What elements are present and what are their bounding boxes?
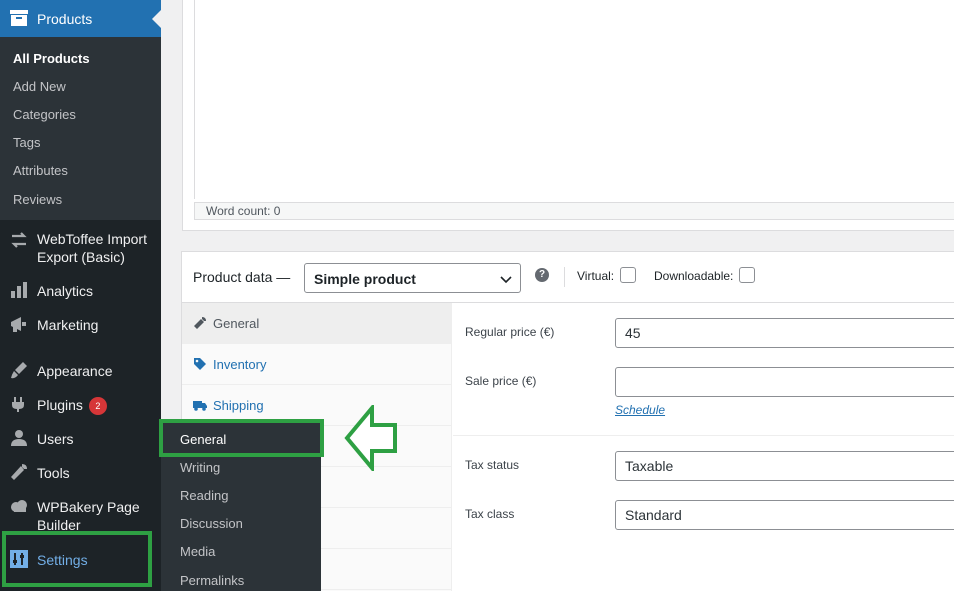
plugins-update-badge: 2 [88, 397, 107, 415]
paintbrush-icon [11, 362, 27, 379]
regular-price-input[interactable]: 45 [615, 318, 954, 348]
menu-analytics-label: Analytics [37, 283, 94, 299]
tab-general[interactable]: General [182, 303, 452, 344]
virtual-label: Virtual: [577, 269, 615, 283]
virtual-checkbox[interactable] [620, 267, 636, 283]
sale-price-input[interactable] [615, 367, 954, 397]
archive-box-icon [10, 10, 28, 26]
submenu-all-products[interactable]: All Products [13, 51, 90, 66]
tab-shipping-label: Shipping [213, 398, 264, 413]
menu-users[interactable]: Users [0, 428, 161, 450]
submenu-tags[interactable]: Tags [13, 135, 40, 150]
admin-sidebar: Products All Products Add New Categories… [0, 0, 161, 591]
flyout-discussion[interactable]: Discussion [180, 516, 243, 531]
menu-appearance[interactable]: Appearance [0, 360, 161, 382]
flyout-permalinks[interactable]: Permalinks [180, 573, 244, 588]
menu-marketing[interactable]: Marketing [0, 314, 161, 336]
truck-icon [193, 401, 207, 411]
tax-class-label: Tax class [465, 507, 515, 521]
menu-tools[interactable]: Tools [0, 462, 161, 484]
tag-icon [194, 358, 206, 370]
tab-inventory-label: Inventory [213, 357, 267, 372]
submenu-categories[interactable]: Categories [13, 107, 76, 122]
tab-inventory[interactable]: Inventory [182, 344, 452, 385]
menu-plugins-label: Plugins 2 [37, 396, 107, 415]
menu-marketing-label: Marketing [37, 317, 99, 333]
general-fields: Regular price (€) 45 Sale price (€) Sche… [453, 303, 954, 591]
product-type-value: Simple product [314, 271, 416, 287]
menu-webtoffee-label: WebToffee Import Export (Basic) [37, 231, 147, 265]
product-data-header: Product data — Simple product ? Virtual:… [182, 252, 954, 303]
tab-general-label: General [213, 316, 260, 331]
bar-chart-icon [11, 282, 27, 298]
menu-webtoffee[interactable]: WebToffee Import Export (Basic) [0, 229, 161, 269]
menu-wpbakery[interactable]: WPBakery Page Builder [0, 496, 161, 536]
tax-status-select[interactable]: Taxable [615, 451, 954, 481]
word-count: Word count: 0 [194, 202, 954, 220]
sale-price-label: Sale price (€) [465, 374, 537, 388]
chevron-down-icon [500, 276, 512, 284]
menu-appearance-label: Appearance [37, 363, 113, 379]
menu-plugins[interactable]: Plugins 2 [0, 394, 161, 416]
regular-price-label: Regular price (€) [465, 325, 555, 339]
wrench-icon [194, 317, 206, 329]
header-divider [564, 267, 565, 287]
flyout-media[interactable]: Media [180, 544, 215, 559]
editor-textarea[interactable] [194, 0, 954, 199]
cloud-icon [11, 500, 27, 512]
menu-wpbakery-label: WPBakery Page Builder [37, 499, 140, 533]
downloadable-label: Downloadable: [654, 269, 734, 283]
product-data-title: Product data — [193, 269, 291, 285]
menu-users-label: Users [37, 431, 74, 447]
highlight-general [159, 419, 324, 457]
arrow-left-icon [344, 405, 397, 471]
megaphone-icon [11, 317, 26, 332]
flyout-reading[interactable]: Reading [180, 488, 228, 503]
content-editor: Word count: 0 [182, 0, 954, 231]
plugins-text: Plugins [37, 397, 83, 413]
downloadable-checkbox[interactable] [739, 267, 755, 283]
menu-analytics[interactable]: Analytics [0, 280, 161, 302]
active-notch [152, 10, 161, 28]
plug-icon [12, 397, 24, 412]
products-submenu: All Products Add New Categories Tags Att… [0, 37, 161, 220]
submenu-attributes[interactable]: Attributes [13, 163, 68, 178]
fields-divider [453, 435, 954, 436]
wrench-icon [11, 464, 27, 480]
menu-tools-label: Tools [37, 465, 70, 481]
submenu-add-new[interactable]: Add New [13, 79, 66, 94]
menu-products[interactable]: Products [0, 0, 161, 37]
tax-status-label: Tax status [465, 458, 520, 472]
user-icon [11, 430, 27, 446]
schedule-link[interactable]: Schedule [615, 403, 665, 417]
help-icon[interactable]: ? [535, 268, 549, 282]
menu-products-label: Products [37, 11, 93, 27]
product-type-select[interactable]: Simple product [304, 263, 521, 293]
tax-class-select[interactable]: Standard [615, 500, 954, 530]
import-export-icon [11, 232, 27, 248]
flyout-writing[interactable]: Writing [180, 460, 220, 475]
submenu-reviews[interactable]: Reviews [13, 192, 62, 207]
highlight-settings [2, 531, 152, 587]
